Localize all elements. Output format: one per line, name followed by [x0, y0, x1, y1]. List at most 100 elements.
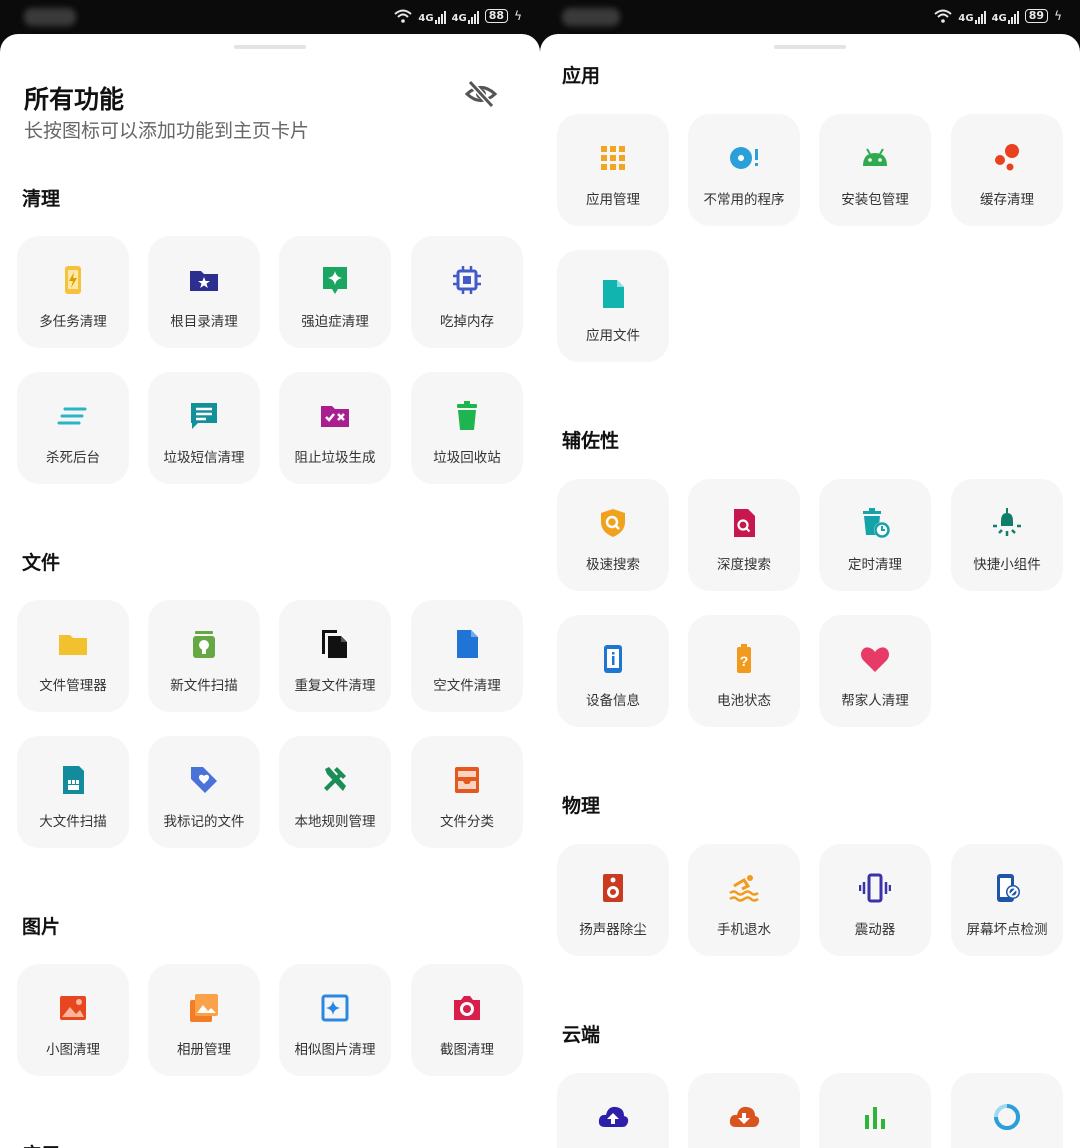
feature-label: 扬声器除尘 [579, 922, 647, 938]
feature-tile[interactable]: 极速搜索 [557, 479, 669, 591]
feature-tile[interactable]: 文件管理器 [17, 600, 129, 712]
feature-tile[interactable]: 根目录清理 [148, 236, 260, 348]
feature-tile[interactable]: ? 电池状态 [688, 615, 800, 727]
battery-level: 88 [484, 9, 509, 23]
drag-handle[interactable] [774, 45, 846, 49]
file-search-icon [728, 507, 760, 539]
feature-label: 截图清理 [440, 1042, 494, 1058]
page-subtitle: 长按图标可以添加功能到主页卡片 [24, 120, 310, 142]
feature-tile[interactable]: 大文件扫描 [17, 736, 129, 848]
left-screen: 4G 4G 88 ϟ 所有功能 长按图标可以添加功能到主页卡片 清理 多任务清理 根… [0, 0, 540, 1148]
feature-tile[interactable]: 杀死后台 [17, 372, 129, 484]
camera-icon [451, 992, 483, 1024]
heart-icon [859, 643, 891, 675]
section-title: 物理 [562, 795, 601, 817]
bulb-file-icon [188, 628, 220, 660]
charging-icon: ϟ [514, 9, 522, 23]
feature-tile[interactable]: 截图清理 [411, 964, 523, 1076]
feature-tile[interactable]: 垃圾回收站 [411, 372, 523, 484]
feature-tile[interactable]: 规则共享 [557, 1073, 669, 1148]
speaker-icon [597, 872, 629, 904]
tools-icon [319, 764, 351, 796]
feature-label: 快捷小组件 [973, 557, 1041, 573]
feature-label: 应用文件 [586, 328, 640, 344]
feature-label: 空文件清理 [433, 678, 501, 694]
network-type: 4G [991, 13, 1007, 24]
section-title: 云端 [562, 1024, 601, 1046]
phone-block-icon [991, 872, 1023, 904]
battery-level: 89 [1024, 9, 1049, 23]
feature-tile[interactable]: 垃圾短信清理 [148, 372, 260, 484]
feature-tile[interactable]: 不常用的程序 [688, 114, 800, 226]
feature-tile[interactable]: 数据同步 [688, 1073, 800, 1148]
album-icon [188, 992, 220, 1024]
grid-icon [597, 142, 629, 174]
feature-tile[interactable]: 定时清理 [819, 479, 931, 591]
status-icons: 4G 4G 89 ϟ [934, 8, 1062, 24]
feature-tile[interactable]: 我标记的文件 [148, 736, 260, 848]
status-bar: 4G 4G 89 ϟ [540, 0, 1080, 34]
feature-label: 应用管理 [586, 192, 640, 208]
section-title: 清理 [22, 188, 61, 210]
image-sparkle-icon [319, 992, 351, 1024]
feature-tile[interactable]: 多任务清理 [17, 236, 129, 348]
feature-tile[interactable]: 阻止垃圾生成 [279, 372, 391, 484]
feature-tile[interactable]: 应用管理 [557, 114, 669, 226]
feature-tile[interactable]: 吃掉内存 [411, 236, 523, 348]
feature-tile[interactable]: 安装包管理 [819, 114, 931, 226]
all-features-sheet-scrolled: 应用 应用管理 不常用的程序 安装包管理 缓存清理 应用文件 辅佐性 极速搜索 深度搜索 定时清理… [540, 34, 1080, 1148]
all-features-sheet: 所有功能 长按图标可以添加功能到主页卡片 清理 多任务清理 根目录清理 强迫症清理 吃掉… [0, 34, 540, 1148]
feature-label: 帮家人清理 [841, 693, 909, 709]
feature-tile[interactable]: 帮家人清理 [819, 615, 931, 727]
sd-card-icon [57, 764, 89, 796]
hide-button[interactable] [464, 79, 498, 109]
feature-tile[interactable]: 相似图片清理 [279, 964, 391, 1076]
feature-tile[interactable]: 缓存清理 [951, 114, 1063, 226]
feature-label: 垃圾回收站 [433, 450, 501, 466]
feature-tile[interactable]: 空文件清理 [411, 600, 523, 712]
feature-label: 根目录清理 [170, 314, 238, 330]
feature-tile[interactable]: 快捷小组件 [951, 479, 1063, 591]
folder-icon [57, 628, 89, 660]
lamp-icon [991, 507, 1023, 539]
feature-tile[interactable]: 新文件扫描 [148, 600, 260, 712]
phone-bolt-icon [57, 264, 89, 296]
blurred-carrier [24, 8, 76, 26]
feature-tile[interactable]: 深度搜索 [688, 479, 800, 591]
feature-tile[interactable]: 强迫症清理 [279, 236, 391, 348]
feature-label: 震动器 [854, 922, 896, 938]
feature-label: 多任务清理 [39, 314, 107, 330]
feature-label: 我标记的文件 [163, 814, 245, 830]
feature-tile[interactable]: 扬声器除尘 [557, 844, 669, 956]
feature-tile[interactable]: 小图清理 [17, 964, 129, 1076]
feature-label: 强迫症清理 [301, 314, 369, 330]
feature-tile[interactable]: 本地规则管理 [279, 736, 391, 848]
sparkle-badge-icon [319, 264, 351, 296]
feature-label: 杀死后台 [46, 450, 100, 466]
feature-label: 文件分类 [440, 814, 494, 830]
signal-icon: 4G [958, 8, 986, 24]
feature-tile[interactable]: 手机退水 [688, 844, 800, 956]
bubbles-icon [991, 142, 1023, 174]
feature-tile[interactable]: 相册管理 [148, 964, 260, 1076]
feature-label: 新文件扫描 [170, 678, 238, 694]
lines-icon [57, 400, 89, 432]
charging-icon: ϟ [1054, 9, 1062, 23]
network-type: 4G [418, 13, 434, 24]
feature-tile[interactable]: 屏幕坏点检测 [951, 844, 1063, 956]
feature-tile[interactable]: 应用文件 [557, 250, 669, 362]
wifi-icon [394, 9, 413, 23]
feature-tile[interactable]: 文件分类 [411, 736, 523, 848]
message-icon [188, 400, 220, 432]
feature-tile[interactable]: 震动器 [819, 844, 931, 956]
feature-tile[interactable]: 设备信息 [557, 615, 669, 727]
drag-handle[interactable] [234, 45, 306, 49]
eye-off-icon [464, 79, 498, 109]
feature-tile[interactable]: 重复文件清理 [279, 600, 391, 712]
feature-tile[interactable]: 清理排行榜 [819, 1073, 931, 1148]
feature-label: 定时清理 [848, 557, 902, 573]
section-title: 应用 [562, 65, 601, 87]
feature-tile[interactable]: 规则数据 [951, 1073, 1063, 1148]
phone-info-icon [597, 643, 629, 675]
signal-icon: 4G [418, 8, 446, 24]
